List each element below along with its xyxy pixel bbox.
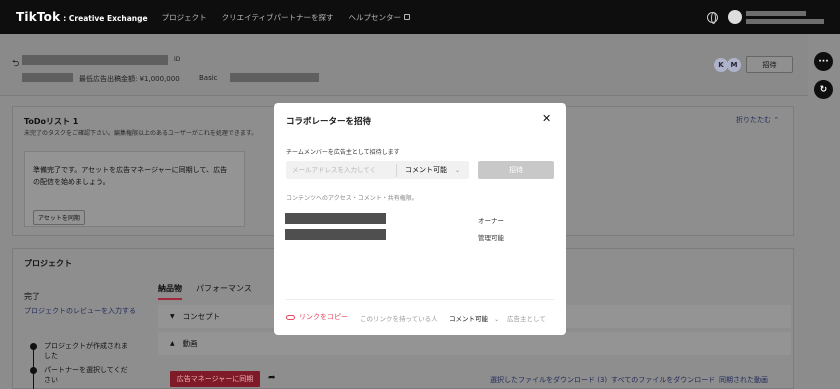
sync-assets-button[interactable]: アセットを同期 [33, 210, 85, 225]
timeline-step-partner: パートナーを選択してください [44, 366, 128, 384]
globe-icon[interactable] [707, 11, 718, 24]
project-section-title: プロジェクト [24, 259, 72, 268]
download-all-link[interactable]: すべてのファイルをダウンロード [611, 375, 715, 385]
access-label: コンテンツへのアクセス・コメント・共有権限。 [286, 195, 418, 202]
collaborator-avatar-m[interactable]: M [727, 58, 741, 72]
right-rail: ··· ↻ [808, 34, 840, 389]
member-role-owner: オーナー [478, 217, 504, 225]
review-link[interactable]: プロジェクトのレビューを入力する [24, 306, 136, 316]
share-icon[interactable]: ➦ [268, 373, 276, 383]
collaborator-avatar-k[interactable]: K [714, 58, 728, 72]
tab-performance[interactable]: パフォーマンス [196, 283, 252, 300]
todo-task: 準備完了です。アセットを広告マネージャーに同期して、広告の配信を始めましょう。 … [24, 151, 245, 227]
partner-redacted [230, 73, 319, 82]
top-navigation: TikTok : Creative Exchange プロジェクト クリエイティ… [0, 0, 840, 34]
copy-link-label: リンクをコピー [299, 313, 348, 321]
as-advertiser-text: 広告主として [507, 315, 546, 323]
link-permission-select[interactable]: コメント可能 ⌄ [449, 313, 499, 323]
timeline-dot [30, 367, 37, 374]
team-member-label: チームメンバーを広告主として招待します [286, 149, 400, 156]
invite-input-group: コメント可能 ⌄ [286, 161, 469, 179]
todo-message: 準備完了です。アセットを広告マネージャーに同期して、広告の配信を始めましょう。 [33, 166, 228, 186]
download-selected-link[interactable]: 選択したファイルをダウンロード (3) [490, 375, 607, 385]
avatar[interactable] [728, 10, 742, 24]
chevron-up-icon: ⌃ [773, 116, 780, 124]
support-icon[interactable]: ↻ [814, 80, 833, 99]
permission-select-value: コメント可能 [405, 166, 447, 174]
section-video[interactable]: ▲ 動画 [158, 332, 791, 355]
timeline-step-created: プロジェクトが作成されました [44, 342, 128, 360]
copy-link-button[interactable]: リンクをコピー [286, 312, 348, 322]
caret-down-icon: ▼ [170, 313, 175, 320]
brand-name: TikTok [16, 10, 61, 24]
close-icon[interactable]: ✕ [542, 113, 551, 124]
project-header: ⮌ ID 最低広告出稿金額: ¥1,000,000 Basic K M 招待 [0, 34, 808, 96]
nav-find-partners[interactable]: クリエイティブパートナーを探す [222, 12, 334, 23]
nav-help-center[interactable]: ヘルプセンター [349, 12, 411, 23]
more-icon[interactable]: ··· [814, 52, 833, 71]
section-video-label: 動画 [182, 339, 198, 348]
todo-subtitle: 未完了のタスクをご確認下さい。編集権限以上のあるユーザーがこれを処理できます。 [24, 130, 258, 137]
tiktok-logo[interactable]: TikTok : Creative Exchange [16, 10, 148, 24]
modal-invite-button[interactable]: 招待 [478, 161, 554, 179]
back-arrow-icon[interactable]: ⮌ [12, 56, 19, 72]
id-label: ID [174, 56, 181, 63]
member-redacted [285, 213, 386, 224]
divider [286, 299, 554, 300]
plan-label: Basic [199, 74, 218, 82]
collapse-link[interactable]: 折りたたむ ⌃ [736, 115, 779, 125]
email-input[interactable] [286, 161, 396, 179]
timeline-dot [30, 343, 37, 350]
sync-ads-manager-button[interactable]: 広告マネージャーに同期 [170, 371, 260, 387]
min-ad-spend: 最低広告出稿金額: ¥1,000,000 [79, 75, 180, 83]
account-name-redacted[interactable] [746, 10, 824, 24]
synced-videos-link[interactable]: 同期された動画 [719, 375, 768, 385]
project-name-redacted [22, 55, 168, 65]
nav-projects[interactable]: プロジェクト [162, 12, 207, 23]
nav-help-center-label: ヘルプセンター [348, 12, 402, 22]
project-status: 完了 [24, 292, 40, 301]
collapse-label: 折りたたむ [736, 116, 771, 124]
link-icon [286, 314, 295, 320]
member-redacted [285, 229, 386, 240]
chevron-down-icon: ⌄ [494, 316, 500, 323]
link-permission-value: コメント可能 [449, 315, 488, 323]
link-holder-text: このリンクを持っている人 [360, 315, 438, 323]
invite-button[interactable]: 招待 [746, 56, 793, 73]
external-link-icon [404, 14, 411, 20]
deliverable-tabs: 納品物 パフォーマンス [158, 283, 266, 300]
caret-up-icon: ▲ [170, 340, 175, 347]
brand-subtitle: : Creative Exchange [63, 14, 148, 23]
todo-title: ToDoリスト 1 [24, 117, 79, 126]
permission-select[interactable]: コメント可能 ⌄ [397, 165, 469, 175]
chevron-down-icon: ⌄ [455, 166, 461, 174]
invite-collaborator-modal: コラボレーターを招待 ✕ チームメンバーを広告主として招待します コメント可能 … [274, 103, 566, 335]
advertiser-redacted [22, 73, 73, 82]
modal-title: コラボレーターを招待 [286, 117, 372, 127]
tab-deliverables[interactable]: 納品物 [158, 283, 182, 300]
section-concept-label: コンセプト [182, 312, 221, 321]
member-role-manage[interactable]: 管理可能 [478, 232, 504, 242]
